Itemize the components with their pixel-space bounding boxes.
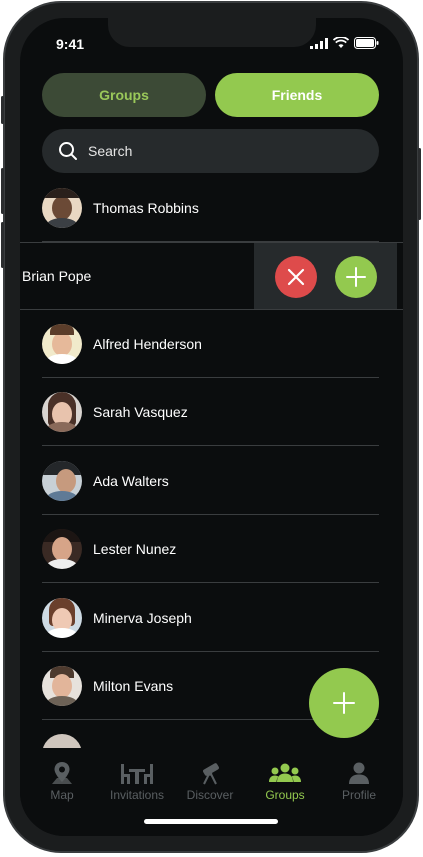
friend-row[interactable]: Ada Walters (42, 447, 379, 515)
tab-label: Profile (341, 788, 376, 802)
volume-down-button (1, 222, 4, 268)
avatar (42, 529, 82, 569)
friend-row[interactable]: Thomas Robbins (42, 174, 379, 242)
search-icon (59, 142, 77, 160)
app-screen: 9:41 Groups Friends Thoma (20, 18, 403, 836)
home-indicator (144, 819, 278, 824)
friend-name: Sarah Vasquez (93, 404, 188, 420)
tab-invitations[interactable]: Invitations (99, 760, 175, 802)
row-divider (42, 582, 379, 583)
segment-groups[interactable]: Groups (42, 73, 206, 117)
avatar (42, 324, 82, 364)
plus-icon (346, 267, 366, 287)
friend-name: Minerva Joseph (93, 610, 192, 626)
signal-icon (310, 37, 328, 49)
swipe-actions (254, 243, 397, 309)
add-friend-button[interactable] (335, 256, 377, 298)
search-input[interactable] (86, 142, 350, 160)
remove-friend-button[interactable] (275, 256, 317, 298)
map-pin-icon (52, 762, 72, 784)
notch (108, 18, 316, 47)
status-icons (310, 37, 379, 49)
volume-up-button (1, 168, 4, 214)
avatar (42, 392, 82, 432)
tab-label: Invitations (109, 788, 165, 802)
tab-discover[interactable]: Discover (172, 760, 248, 802)
dining-table-icon (121, 764, 153, 784)
battery-icon (354, 37, 379, 49)
friend-name: Lester Nunez (93, 541, 177, 557)
friend-row-swiped[interactable]: Brian Pope (20, 242, 403, 310)
avatar (42, 598, 82, 638)
friend-name: Thomas Robbins (93, 200, 199, 216)
add-button[interactable] (309, 668, 379, 738)
mute-switch (1, 96, 4, 124)
segment-friends[interactable]: Friends (215, 73, 379, 117)
friend-row[interactable]: Alfred Henderson (42, 310, 379, 378)
search-bar[interactable] (42, 129, 379, 173)
avatar (42, 461, 82, 501)
status-time: 9:41 (56, 36, 85, 52)
tab-label: Discover (186, 788, 234, 802)
close-icon (287, 268, 305, 286)
user-icon (349, 762, 369, 784)
group-icon (269, 763, 301, 782)
friend-row[interactable]: Minerva Joseph (42, 584, 379, 652)
tab-label: Groups (265, 788, 305, 802)
friend-name: Ada Walters (93, 473, 169, 489)
avatar (42, 188, 82, 228)
tab-groups[interactable]: Groups (247, 760, 323, 802)
telescope-icon (203, 763, 219, 785)
friend-name: Milton Evans (93, 678, 174, 694)
tab-label: Map (50, 788, 74, 802)
plus-icon (333, 692, 355, 714)
tab-profile[interactable]: Profile (321, 760, 397, 802)
avatar (42, 666, 82, 706)
power-button (418, 148, 421, 220)
row-divider (42, 445, 379, 446)
friend-name: Brian Pope (22, 268, 92, 284)
friend-row[interactable]: Sarah Vasquez (42, 378, 379, 446)
tab-map[interactable]: Map (24, 760, 100, 802)
friend-row[interactable]: Lester Nunez (42, 515, 379, 583)
friend-name: Alfred Henderson (93, 336, 202, 352)
wifi-icon (333, 37, 349, 48)
